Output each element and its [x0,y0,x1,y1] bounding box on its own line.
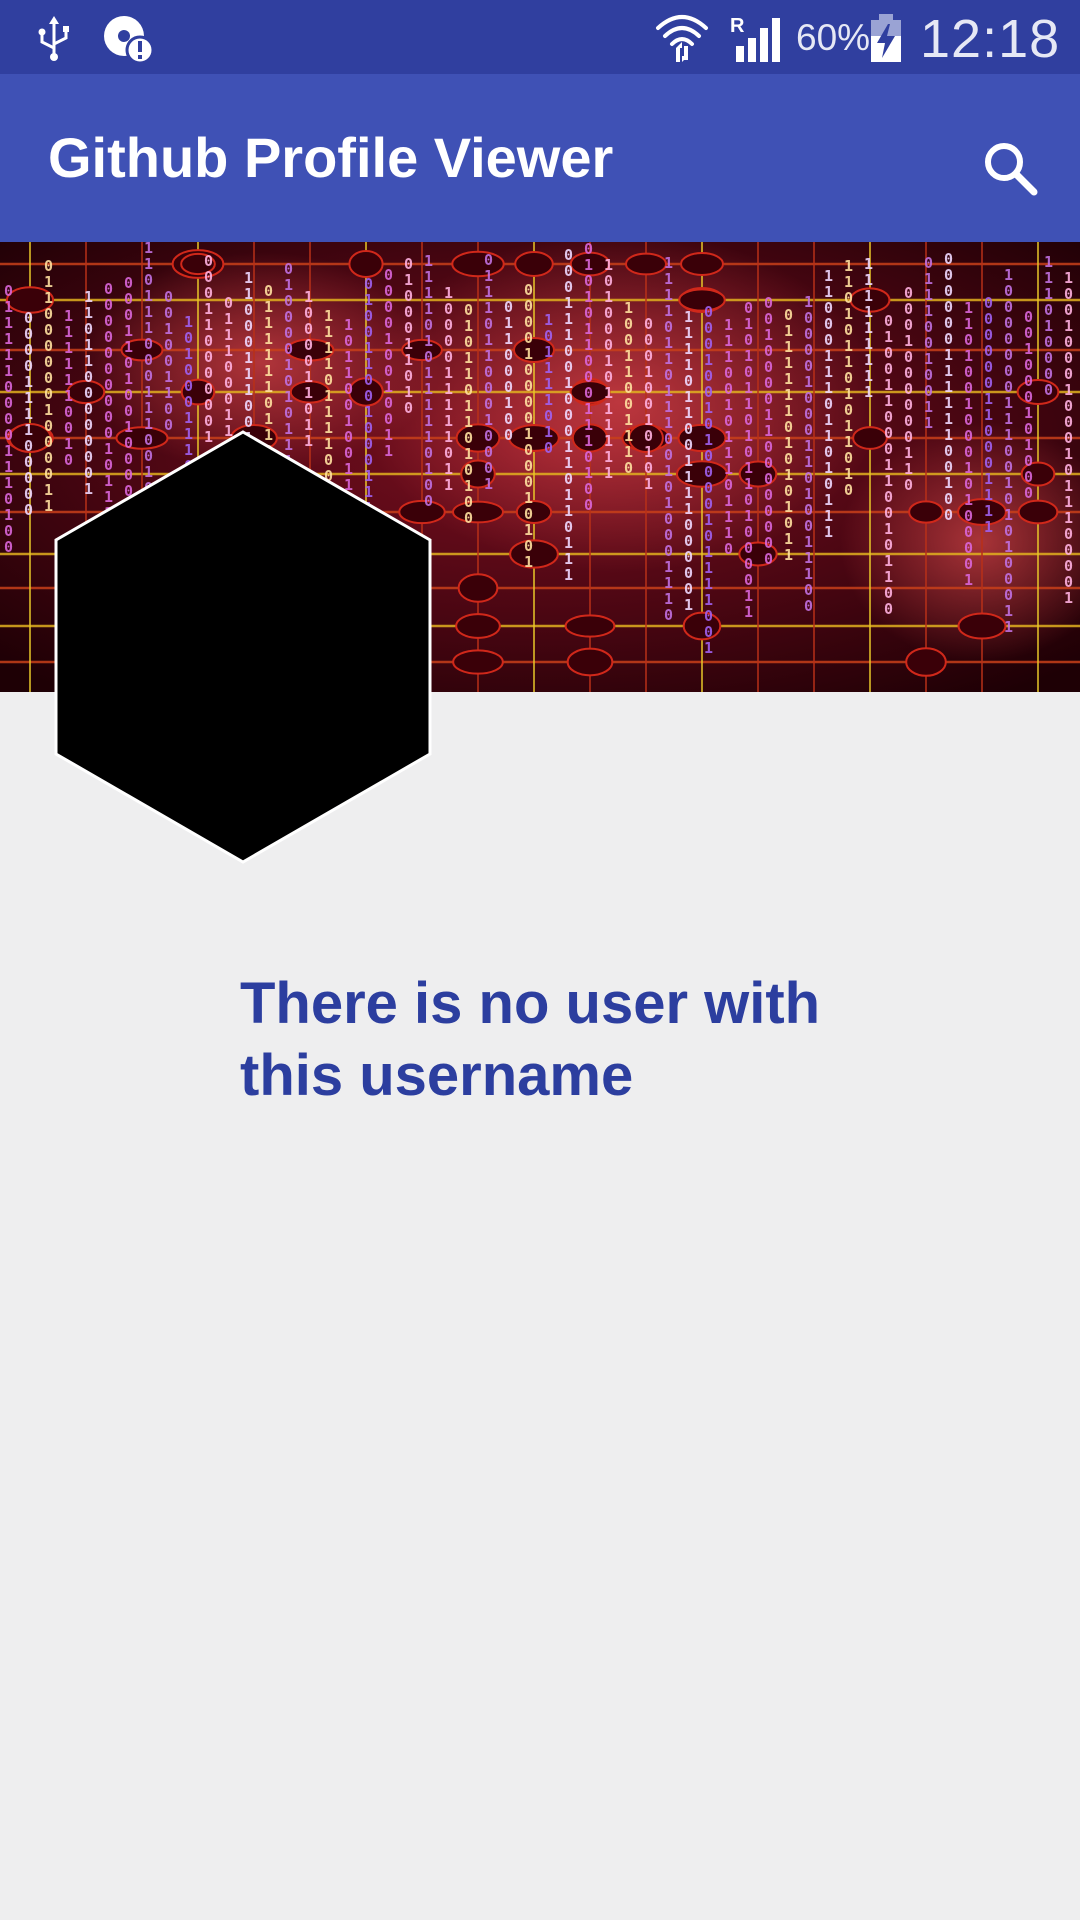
svg-text:0: 0 [24,501,33,519]
wifi-icon [656,15,708,62]
svg-text:0: 0 [764,550,773,568]
svg-text:1: 1 [484,475,493,493]
svg-text:0: 0 [544,439,553,457]
svg-text:0: 0 [804,597,813,615]
clock: 12:18 [920,9,1061,69]
svg-text:1: 1 [784,546,793,564]
svg-text:1: 1 [1004,618,1013,636]
svg-text:0: 0 [724,540,733,558]
svg-text:0: 0 [1044,381,1053,399]
svg-text:1: 1 [964,571,973,589]
svg-text:0: 0 [1024,484,1033,502]
status-bar: R 60% 12:18 [0,0,1080,74]
svg-text:1: 1 [444,476,453,494]
app-title: Github Profile Viewer [48,126,614,189]
svg-text:1: 1 [564,566,573,584]
svg-text:0: 0 [624,459,633,477]
svg-text:1: 1 [824,523,833,541]
search-button[interactable] [966,124,1054,212]
svg-text:0: 0 [904,476,913,494]
svg-text:1: 1 [744,603,753,621]
usb-icon [38,16,69,61]
svg-text:0: 0 [404,399,413,417]
roaming-indicator: R [730,15,745,37]
svg-text:0: 0 [464,509,473,527]
search-icon [985,143,1038,196]
battery-percent: 60% [796,17,871,58]
svg-text:0: 0 [504,426,513,444]
svg-text:1: 1 [984,518,993,536]
svg-text:0: 0 [884,600,893,618]
svg-text:0: 0 [4,538,13,556]
svg-text:1: 1 [524,553,533,571]
svg-text:0: 0 [664,606,673,624]
no-user-message: There is no user with this username [240,971,821,1108]
svg-text:0: 0 [844,481,853,499]
battery-charging-icon [871,14,901,62]
svg-text:1: 1 [924,414,933,432]
sync-alert-icon [104,16,155,64]
svg-text:1: 1 [1064,589,1073,607]
svg-text:1: 1 [864,383,873,401]
svg-text:0: 0 [584,496,593,514]
svg-text:1: 1 [644,475,653,493]
app-bar: Github Profile Viewer [0,74,1080,242]
svg-text:1: 1 [704,639,713,657]
svg-text:1: 1 [684,596,693,614]
signal-icon: R [730,15,780,62]
avatar [54,430,432,864]
svg-text:0: 0 [944,506,953,524]
svg-text:1: 1 [604,464,613,482]
